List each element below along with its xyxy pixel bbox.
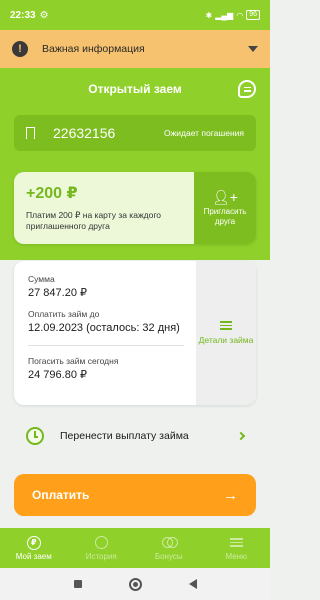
sum-label: Сумма (28, 274, 55, 284)
add-person-icon: 👤︎+ (212, 188, 238, 205)
pay-button-label: Оплатить (32, 488, 90, 502)
signal-icon: ▂▄▆ (215, 10, 234, 20)
page-header: Открытый заем (0, 74, 270, 104)
nav-my-loan[interactable]: ₽ Мой заем (0, 528, 68, 568)
loan-details-label: Детали займа (198, 334, 254, 345)
loan-status: Ожидает погашения (164, 128, 244, 138)
invite-label: Пригласить друга (203, 206, 247, 226)
nav-history[interactable]: История (68, 528, 136, 568)
nav-label: История (85, 551, 117, 561)
bottom-navigation: ₽ Мой заем История Бонусы Меню (0, 528, 270, 568)
promo-description: Платим 200 ₽ на карту за каждого приглаш… (26, 210, 161, 231)
loan-number-card: 22632156 Ожидает погашения (14, 115, 256, 151)
status-icons: ✱ ▂▄▆ ◠ 96 (206, 10, 260, 20)
nav-menu[interactable]: Меню (203, 528, 271, 568)
arrow-right-icon: → (223, 486, 238, 504)
page-title: Открытый заем (88, 82, 182, 96)
list-icon (220, 321, 232, 330)
loan-number: 22632156 (53, 125, 116, 141)
chat-icon[interactable] (238, 80, 256, 98)
exclamation-icon: ! (12, 41, 28, 57)
pay-today-value: 24 796.80 ₽ (28, 368, 87, 381)
promo-amount: +200 ₽ (26, 185, 78, 202)
pay-until-value: 12.09.2023 (осталось: 32 дня) (28, 322, 180, 335)
back-icon[interactable] (188, 579, 197, 589)
bluetooth-icon: ✱ (205, 10, 213, 20)
coin-icon: ₽ (26, 535, 41, 550)
bonus-icon (161, 537, 178, 548)
postpone-label: Перенести выплату займа (60, 430, 189, 442)
sum-block: Сумма 27 847.20 ₽ (28, 274, 184, 300)
menu-icon (229, 538, 243, 547)
chevron-down-icon[interactable] (248, 46, 258, 52)
due-date-block: Оплатить займ до 12.09.2023 (осталось: 3… (28, 309, 184, 335)
battery-icon: 96 (246, 10, 260, 20)
bookmark-icon (26, 127, 35, 140)
nav-label: Бонусы (154, 551, 183, 561)
sum-value: 27 847.20 ₽ (28, 287, 87, 299)
nav-bonuses[interactable]: Бонусы (135, 528, 203, 568)
recent-apps-icon[interactable] (73, 580, 82, 588)
pay-until-label: Оплатить займ до (28, 309, 100, 320)
system-navigation-bar (0, 568, 270, 600)
invite-friend-button[interactable]: 👤︎+ Пригласить друга (194, 172, 256, 244)
nav-label: Меню (225, 551, 248, 561)
important-info-banner[interactable]: ! Важная информация (0, 30, 270, 68)
pay-today-block: Погасить займ сегодня 24 796.80 ₽ (28, 356, 184, 382)
settings-icon: ⚙ (39, 9, 49, 21)
home-icon[interactable] (128, 577, 142, 591)
wifi-icon: ◠ (236, 10, 244, 20)
pay-today-label: Погасить займ сегодня (28, 355, 119, 366)
promo-content: +200 ₽ Платим 200 ₽ на карту за каждого … (14, 172, 194, 244)
loan-details-content: Сумма 27 847.20 ₽ Оплатить займ до 12.09… (14, 261, 196, 405)
status-bar: 22:33 ⚙ ✱ ▂▄▆ ◠ 96 (0, 0, 270, 30)
loan-details-button[interactable]: Детали займа (196, 261, 256, 405)
pay-button[interactable]: Оплатить → (14, 474, 256, 516)
nav-label: Мой заем (15, 551, 52, 561)
notice-text: Важная информация (42, 43, 145, 55)
chevron-right-icon (236, 431, 246, 441)
clock-icon (26, 427, 44, 445)
loan-details-card: Сумма 27 847.20 ₽ Оплатить займ до 12.09… (14, 261, 256, 405)
referral-promo-card: +200 ₽ Платим 200 ₽ на карту за каждого … (14, 172, 256, 244)
status-time: 22:33 (10, 9, 36, 21)
history-icon (94, 536, 108, 549)
postpone-payment-row[interactable]: Перенести выплату займа (14, 418, 256, 454)
divider (28, 344, 184, 346)
